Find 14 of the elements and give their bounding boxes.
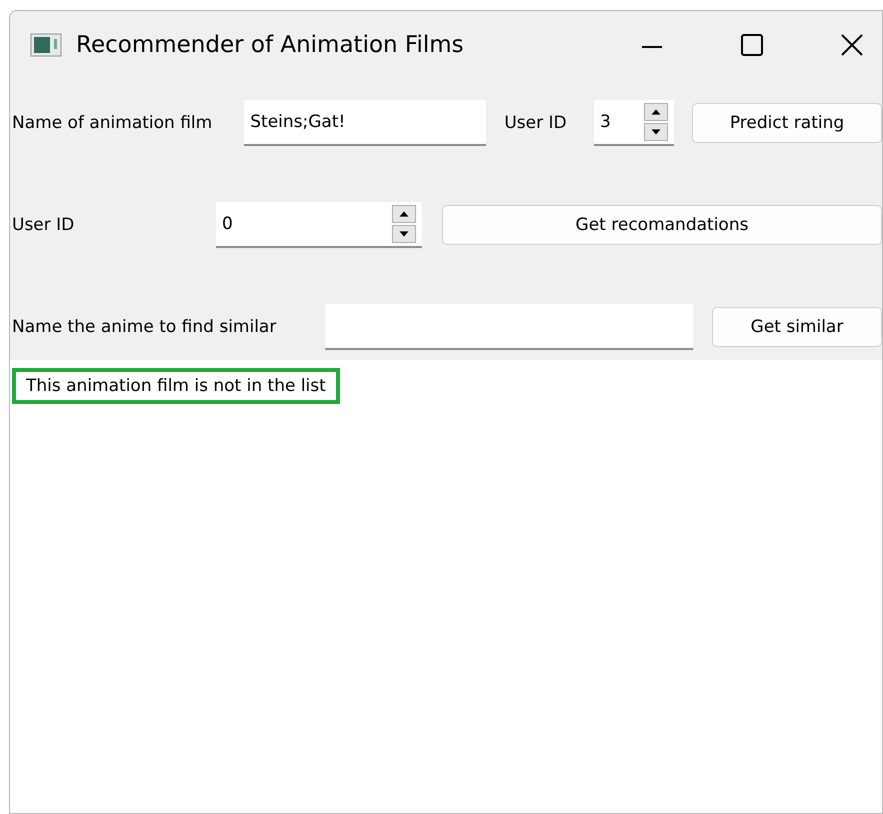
input-field[interactable]: Steins;Gat!: [244, 100, 486, 146]
spin-value: 3: [599, 112, 612, 132]
field-label: Name of animation film: [12, 113, 214, 133]
spin-value: 0: [221, 214, 234, 234]
field-label: User ID: [504, 113, 568, 133]
spin-box[interactable]: 0: [216, 202, 422, 248]
predict-button[interactable]: Predict rating: [692, 103, 882, 143]
field-label: Name the anime to find similar: [12, 317, 278, 337]
spin-box[interactable]: 3: [594, 100, 674, 146]
field-label: User ID: [12, 215, 76, 235]
result-message: This animation film is not in the list: [12, 368, 340, 404]
similar-button[interactable]: Get similar: [712, 307, 882, 347]
window-title: Recommender of Animation Films: [76, 32, 465, 58]
recommend-button[interactable]: Get recomandations: [442, 205, 882, 245]
